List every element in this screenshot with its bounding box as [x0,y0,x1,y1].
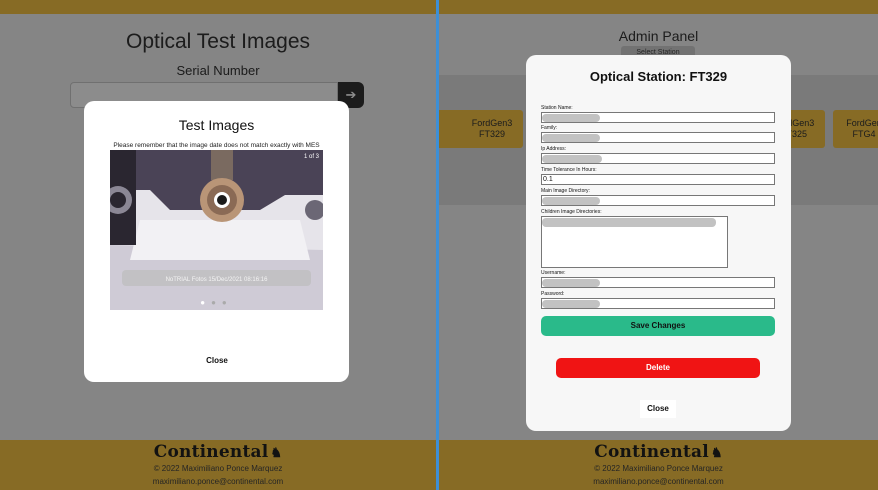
family-label: Family: [541,125,558,131]
time-tolerance-label: Time Tolerance In Hours: [541,167,597,173]
ip-address-label: Ip Address: [541,146,567,152]
time-tolerance-input[interactable]: 0.1 [541,174,775,185]
redacted-value [542,197,600,205]
family-input[interactable] [541,132,775,143]
family-field: Family: [541,125,775,143]
delete-button[interactable]: Delete [556,358,760,378]
test-images-modal: Test Images Please remember that the ima… [84,101,349,382]
carousel-dot[interactable]: ● [222,298,233,307]
image-caption: NoTRIAL Fotos 15/Dec/2021 08:16:16 [122,270,311,286]
date-warning-note: Please remember that the image date does… [113,142,320,149]
carousel-indicators: ●●● [110,298,323,307]
password-field: Password: [541,291,775,309]
redacted-value [542,300,600,308]
carousel-dot[interactable]: ● [211,298,222,307]
close-button[interactable]: Close [199,352,235,370]
username-label: Username: [541,270,566,276]
optical-station-modal: Optical Station: FT329 Station Name: Fam… [526,55,791,431]
carousel-dot[interactable]: ● [200,298,211,307]
optical-test-images-page: Optical Test Images Serial Number ➔ Cont… [0,0,436,490]
username-input[interactable] [541,277,775,288]
children-directories-textarea[interactable] [541,216,728,268]
ip-address-input[interactable] [541,153,775,164]
main-directory-field: Main Image Directory: [541,188,775,206]
redacted-value [542,114,600,122]
station-name-input[interactable] [541,112,775,123]
children-directories-field: Children Image Directories: [541,209,775,268]
children-directories-label: Children Image Directories: [541,209,602,215]
save-changes-button[interactable]: Save Changes [541,316,775,336]
close-button[interactable]: Close [640,400,676,418]
redacted-value [542,155,602,163]
time-tolerance-field: Time Tolerance In Hours: 0.1 [541,167,775,185]
password-input[interactable] [541,298,775,309]
station-name-label: Station Name: [541,105,573,111]
station-name-field: Station Name: [541,105,775,123]
username-field: Username: [541,270,775,288]
image-counter: 1 of 3 [303,154,319,160]
modal-title: Optical Station: FT329 [589,69,728,84]
password-label: Password: [541,291,565,297]
main-directory-label: Main Image Directory: [541,188,590,194]
admin-panel-page: Admin Panel Select Station FordGen3 FT329… [439,0,878,490]
redacted-value [542,218,716,227]
redacted-value [542,134,600,142]
main-directory-input[interactable] [541,195,775,206]
ip-address-field: Ip Address: [541,146,775,164]
redacted-value [542,279,600,287]
modal-title: Test Images [178,117,255,133]
image-carousel[interactable]: 1 of 3 NoTRIAL Fotos 15/Dec/2021 08:16:1… [110,150,323,310]
